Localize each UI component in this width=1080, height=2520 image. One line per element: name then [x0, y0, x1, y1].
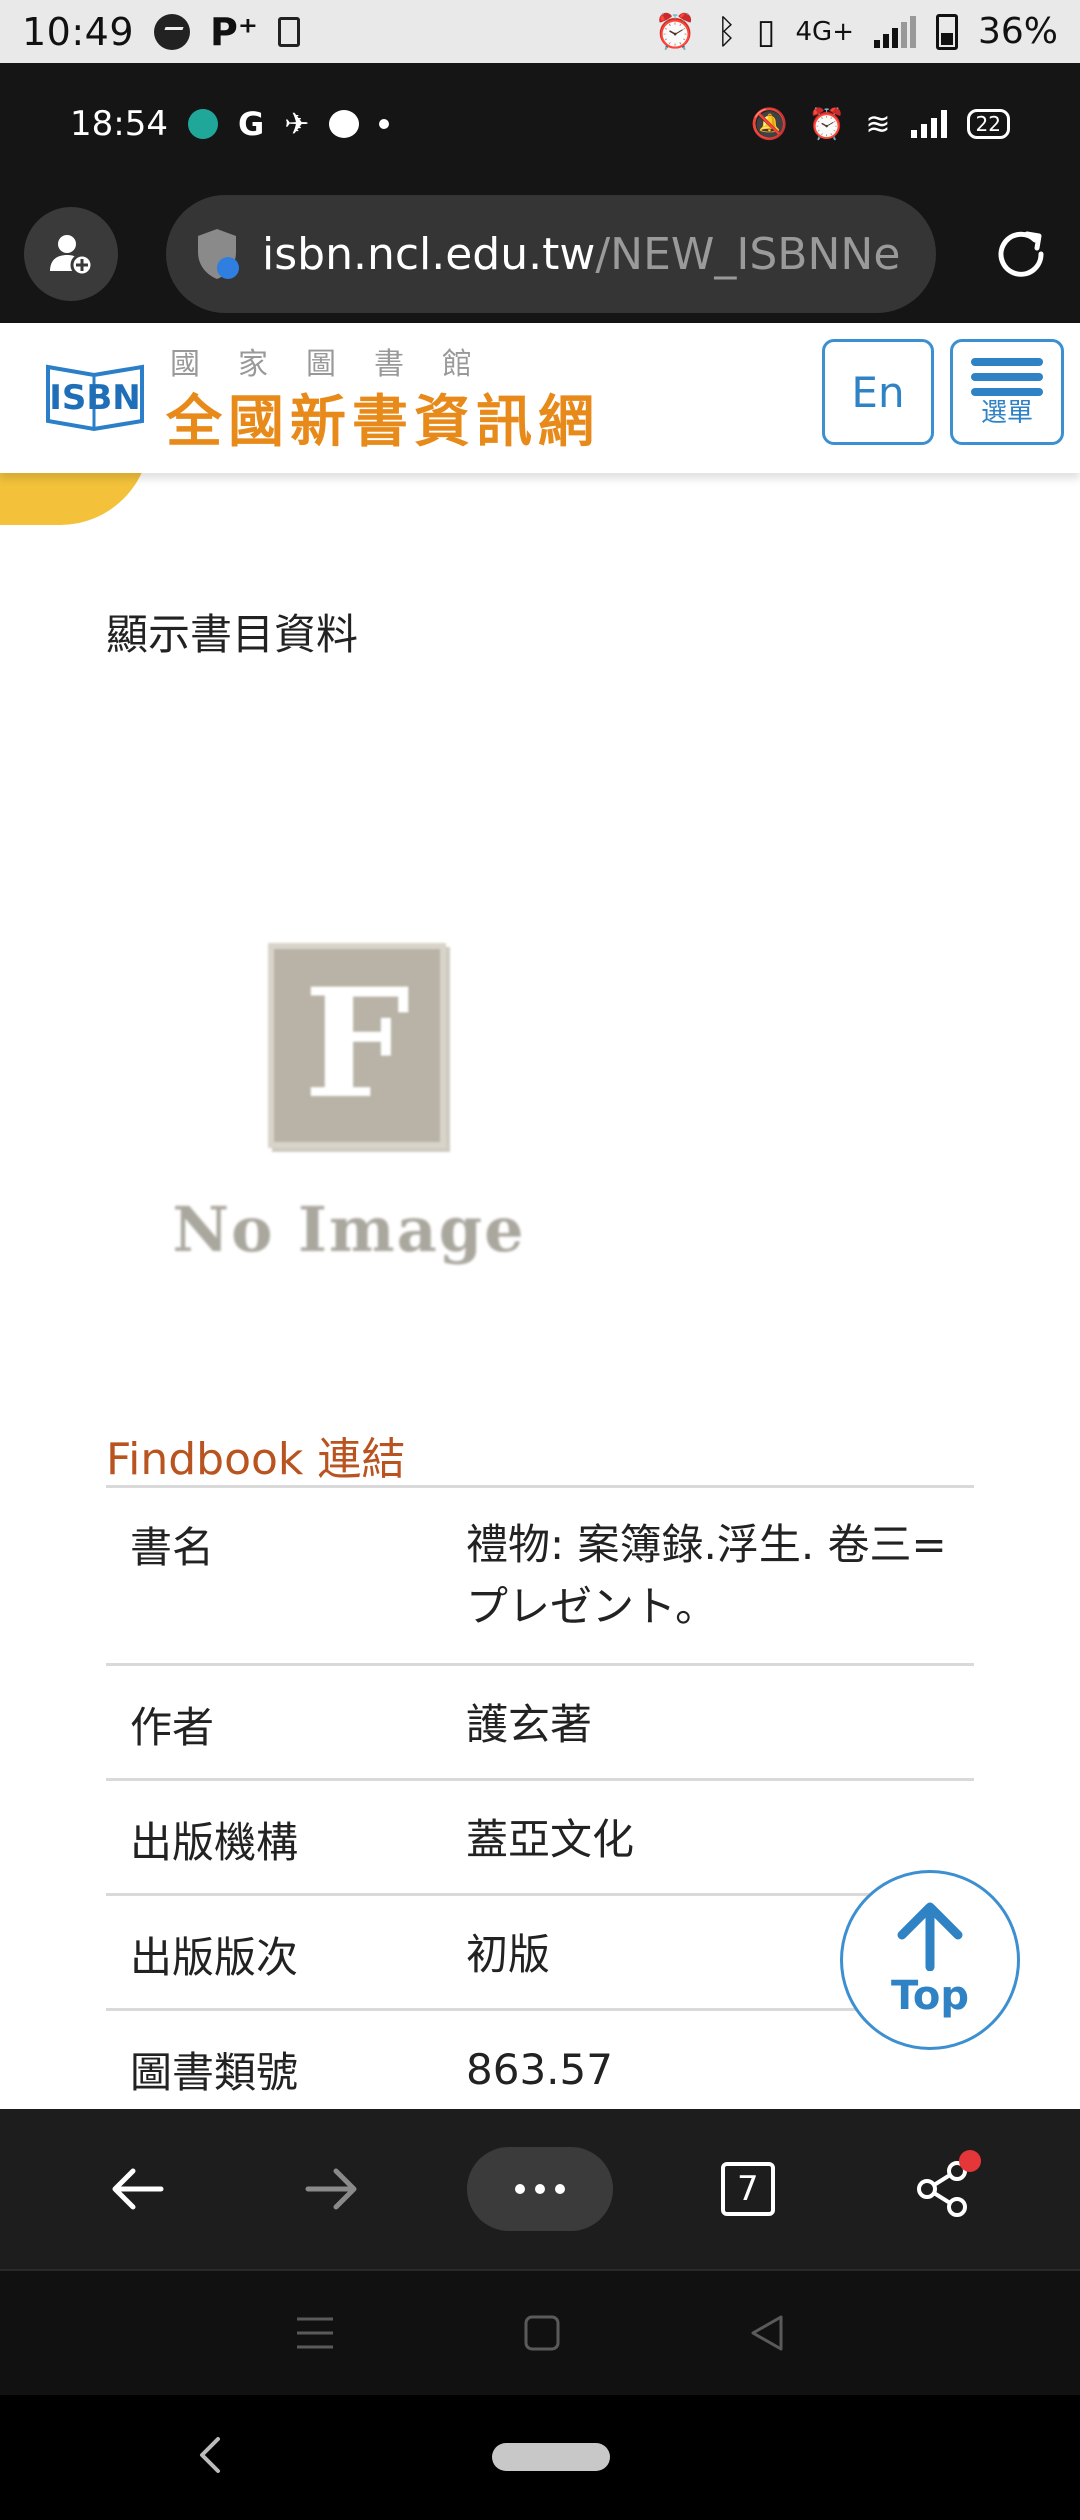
isbn-logo-icon[interactable]: ISBN: [44, 357, 146, 435]
network-type-label: 4G+: [795, 16, 854, 47]
inner-status-time: 18:54: [70, 104, 168, 144]
mute-icon: 🔕: [750, 106, 789, 142]
app-notification-icon: [187, 109, 218, 139]
system-back-icon[interactable]: [190, 2425, 230, 2485]
table-row: 作者 護玄著: [106, 1666, 974, 1781]
p-plus-icon: P⁺: [210, 9, 258, 54]
signal-icon: [910, 110, 947, 138]
table-row: 圖書類號 863.57: [106, 2011, 974, 2109]
menu-button-label: 選單: [980, 398, 1033, 428]
findbook-link[interactable]: Findbook 連結: [106, 1423, 405, 1487]
book-letter: F: [303, 956, 411, 1132]
more-dot-icon: [554, 2184, 565, 2194]
browser-url-bar: isbn.ncl.edu.tw/NEW_ISBNNe: [0, 185, 1080, 323]
row-label-edition: 出版版次: [130, 1933, 299, 1982]
reload-icon: [998, 231, 1044, 277]
google-icon: G: [237, 105, 265, 143]
outer-status-bar: 10:49 P⁺ ⏰ ᛒ ▯ 4G+ 36%: [0, 0, 1080, 63]
book-icon: F: [268, 943, 446, 1148]
bibliographic-table: 書名 禮物: 案簿錄.浮生. 卷三= プレゼント。 作者 護玄著 出版機構 蓋亞…: [106, 1485, 974, 2109]
rocket-icon: ✈: [284, 106, 310, 142]
row-label-title: 書名: [130, 1523, 215, 1572]
signal-icon: [873, 15, 916, 48]
table-row: 出版機構 蓋亞文化: [106, 1781, 974, 1896]
no-image-caption: No Image: [172, 1193, 526, 1266]
sim-card-icon: [277, 16, 300, 47]
address-bar[interactable]: isbn.ncl.edu.tw/NEW_ISBNNe: [166, 195, 936, 313]
no-image-placeholder: F No Image: [164, 943, 534, 1303]
url-path: /NEW_ISBNNe: [595, 228, 901, 280]
row-value-author: 護玄著: [466, 1700, 593, 1749]
arrow-up-icon: [897, 1902, 963, 1971]
outer-navigation-bar: [0, 2395, 1080, 2520]
url-host: isbn.ncl.edu.tw: [262, 228, 596, 280]
back-nav-icon[interactable]: [749, 2313, 785, 2353]
more-menu-button[interactable]: [466, 2147, 613, 2231]
back-to-top-button[interactable]: Top: [840, 1870, 1020, 2050]
browser-toolbar: 7: [0, 2109, 1080, 2269]
add-profile-icon: [50, 235, 94, 277]
more-notifications-icon: [379, 119, 390, 129]
recent-apps-icon[interactable]: [295, 2315, 335, 2351]
chat-bubble-icon: [329, 110, 360, 138]
wifi-icon: ≋: [865, 106, 891, 142]
tab-count: 7: [720, 2162, 775, 2216]
row-label-classification: 圖書類號: [130, 2048, 299, 2097]
back-button[interactable]: [77, 2144, 197, 2234]
menu-button[interactable]: 選單: [950, 339, 1064, 445]
system-home-pill[interactable]: [492, 2443, 610, 2471]
inner-status-bar: 18:54 G ✈ 🔕 ⏰ ≋ 22: [0, 63, 1080, 185]
tabs-button[interactable]: 7: [688, 2144, 808, 2234]
messenger-icon: [154, 13, 191, 50]
battery-icon: 22: [966, 109, 1010, 139]
inner-navigation-bar: [0, 2269, 1080, 2395]
alarm-icon: ⏰: [808, 106, 846, 142]
row-label-publisher: 出版機構: [130, 1818, 299, 1867]
site-header: ISBN 國家圖書館 全國新書資訊網 En 選單: [0, 323, 1080, 473]
back-to-top-label: Top: [890, 1973, 970, 2019]
share-button[interactable]: [883, 2144, 1003, 2234]
vibrate-icon: ▯: [756, 11, 776, 52]
arrow-right-icon: [305, 2168, 357, 2210]
shield-icon: [198, 229, 239, 279]
forward-button[interactable]: [272, 2144, 392, 2234]
alarm-icon: ⏰: [654, 11, 697, 52]
bluetooth-icon: ᛒ: [716, 11, 737, 52]
notification-dot: [958, 2150, 981, 2172]
site-title[interactable]: 全國新書資訊網: [166, 377, 600, 458]
main-content: 顯示書目資料 F No Image Findbook 連結 書名 禮物: 案簿錄…: [0, 473, 1080, 2109]
profile-button[interactable]: [24, 207, 118, 301]
more-dot-icon: [514, 2184, 525, 2194]
outer-status-time: 10:49: [22, 9, 135, 54]
table-row: 書名 禮物: 案簿錄.浮生. 卷三= プレゼント。: [106, 1488, 974, 1666]
hamburger-icon: [971, 358, 1043, 396]
row-value-title: 禮物: 案簿錄.浮生. 卷三= プレゼント。: [466, 1520, 947, 1631]
more-dot-icon: [534, 2184, 545, 2194]
battery-percent: 36%: [977, 11, 1058, 52]
english-button[interactable]: En: [822, 339, 934, 445]
reload-button[interactable]: [986, 219, 1056, 289]
isbn-logo-text: ISBN: [49, 378, 141, 418]
page-title: 顯示書目資料: [106, 610, 359, 659]
home-icon[interactable]: [524, 2315, 560, 2351]
arrow-left-icon: [112, 2168, 164, 2210]
battery-icon: [935, 13, 958, 50]
row-label-author: 作者: [130, 1703, 215, 1752]
